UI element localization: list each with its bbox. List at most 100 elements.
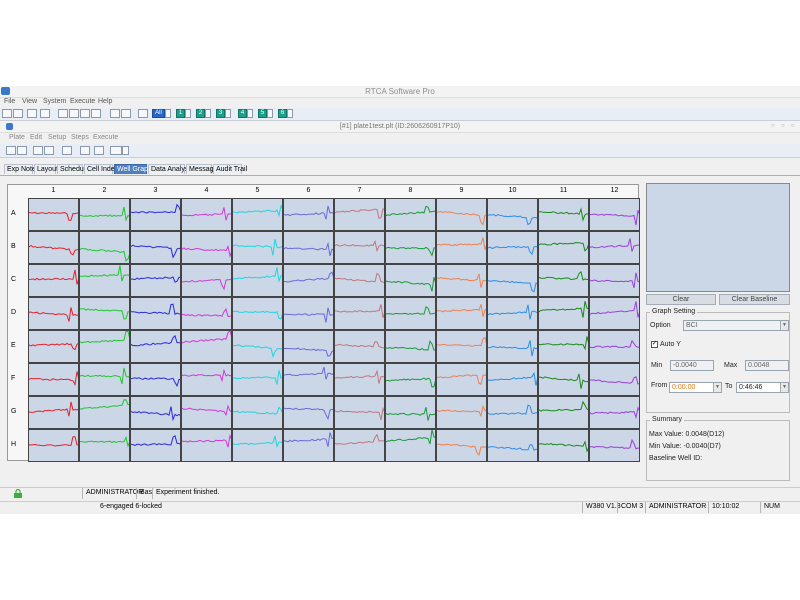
device-5-button[interactable]: 5 <box>258 109 267 118</box>
well-A6[interactable] <box>283 198 334 231</box>
well-G9[interactable] <box>436 396 487 429</box>
well-E8[interactable] <box>385 330 436 363</box>
lock-icon[interactable] <box>62 146 72 155</box>
play-icon[interactable] <box>80 146 90 155</box>
save-icon[interactable] <box>13 109 23 118</box>
well-E3[interactable] <box>130 330 181 363</box>
chevron-down-icon[interactable] <box>205 109 211 118</box>
well-B6[interactable] <box>283 231 334 264</box>
well-C8[interactable] <box>385 264 436 297</box>
well-G2[interactable] <box>79 396 130 429</box>
clear-button[interactable]: Clear <box>646 294 716 305</box>
play-icon[interactable] <box>58 109 68 118</box>
well-G11[interactable] <box>538 396 589 429</box>
settings-icon[interactable] <box>44 146 54 155</box>
well-F10[interactable] <box>487 363 538 396</box>
chevron-down-icon[interactable] <box>122 146 129 155</box>
from-select[interactable]: 0:00:00 ▼ <box>669 382 722 393</box>
well-F6[interactable] <box>283 363 334 396</box>
mail-icon[interactable] <box>33 146 43 155</box>
well-B1[interactable] <box>28 231 79 264</box>
well-D12[interactable] <box>589 297 640 330</box>
well-B8[interactable] <box>385 231 436 264</box>
device-6-button[interactable]: 6 <box>278 109 287 118</box>
chevron-down-icon[interactable] <box>185 109 191 118</box>
well-C4[interactable] <box>181 264 232 297</box>
well-D5[interactable] <box>232 297 283 330</box>
well-F2[interactable] <box>79 363 130 396</box>
menu-execute[interactable]: Execute <box>93 134 118 141</box>
well-E2[interactable] <box>79 330 130 363</box>
chevron-down-icon[interactable] <box>165 109 171 118</box>
tab-layout[interactable]: Layout <box>34 164 58 174</box>
well-H7[interactable] <box>334 429 385 462</box>
open-icon[interactable] <box>2 109 12 118</box>
well-A5[interactable] <box>232 198 283 231</box>
max-input[interactable]: 0.0048 <box>745 360 789 371</box>
well-E12[interactable] <box>589 330 640 363</box>
well-D8[interactable] <box>385 297 436 330</box>
well-C5[interactable] <box>232 264 283 297</box>
well-A2[interactable] <box>79 198 130 231</box>
well-F4[interactable] <box>181 363 232 396</box>
well-A4[interactable] <box>181 198 232 231</box>
menu-setup[interactable]: Setup <box>48 134 66 141</box>
well-C9[interactable] <box>436 264 487 297</box>
minimize-icon[interactable]: ○ <box>771 123 775 129</box>
well-G12[interactable] <box>589 396 640 429</box>
well-D7[interactable] <box>334 297 385 330</box>
tab-cell-index[interactable]: Cell Index <box>84 164 118 174</box>
well-G1[interactable] <box>28 396 79 429</box>
well-H10[interactable] <box>487 429 538 462</box>
well-A10[interactable] <box>487 198 538 231</box>
well-D10[interactable] <box>487 297 538 330</box>
close-icon[interactable]: ○ <box>791 123 795 129</box>
menu-execute[interactable]: Execute <box>70 98 95 105</box>
well-E10[interactable] <box>487 330 538 363</box>
step-icon[interactable] <box>69 109 79 118</box>
well-D9[interactable] <box>436 297 487 330</box>
tab-audit-trail[interactable]: Audit Trail <box>213 164 247 174</box>
chevron-down-icon[interactable] <box>287 109 293 118</box>
well-F8[interactable] <box>385 363 436 396</box>
well-E9[interactable] <box>436 330 487 363</box>
well-H6[interactable] <box>283 429 334 462</box>
well-F7[interactable] <box>334 363 385 396</box>
well-E7[interactable] <box>334 330 385 363</box>
well-C6[interactable] <box>283 264 334 297</box>
well-C3[interactable] <box>130 264 181 297</box>
well-G10[interactable] <box>487 396 538 429</box>
well-E11[interactable] <box>538 330 589 363</box>
well-H9[interactable] <box>436 429 487 462</box>
well-C1[interactable] <box>28 264 79 297</box>
well-F12[interactable] <box>589 363 640 396</box>
well-G4[interactable] <box>181 396 232 429</box>
well-D2[interactable] <box>79 297 130 330</box>
device-2-button[interactable]: 2 <box>196 109 205 118</box>
stop-icon[interactable] <box>91 109 101 118</box>
well-G3[interactable] <box>130 396 181 429</box>
export-icon[interactable] <box>138 109 148 118</box>
well-E1[interactable] <box>28 330 79 363</box>
well-H5[interactable] <box>232 429 283 462</box>
menu-help[interactable]: Help <box>98 98 112 105</box>
plate-icon[interactable] <box>6 146 16 155</box>
well-H11[interactable] <box>538 429 589 462</box>
well-B5[interactable] <box>232 231 283 264</box>
well-B11[interactable] <box>538 231 589 264</box>
well-B3[interactable] <box>130 231 181 264</box>
zoom-out-icon[interactable] <box>121 109 131 118</box>
device-3-button[interactable]: 3 <box>216 109 225 118</box>
well-C7[interactable] <box>334 264 385 297</box>
well-A3[interactable] <box>130 198 181 231</box>
tab-well-graph[interactable]: Well Graph <box>114 164 152 174</box>
well-A9[interactable] <box>436 198 487 231</box>
well-D1[interactable] <box>28 297 79 330</box>
well-F3[interactable] <box>130 363 181 396</box>
well-D4[interactable] <box>181 297 232 330</box>
tab-data-analysis[interactable]: Data Analysis <box>148 164 193 174</box>
save-icon[interactable] <box>17 146 27 155</box>
well-A12[interactable] <box>589 198 640 231</box>
well-H2[interactable] <box>79 429 130 462</box>
well-F5[interactable] <box>232 363 283 396</box>
